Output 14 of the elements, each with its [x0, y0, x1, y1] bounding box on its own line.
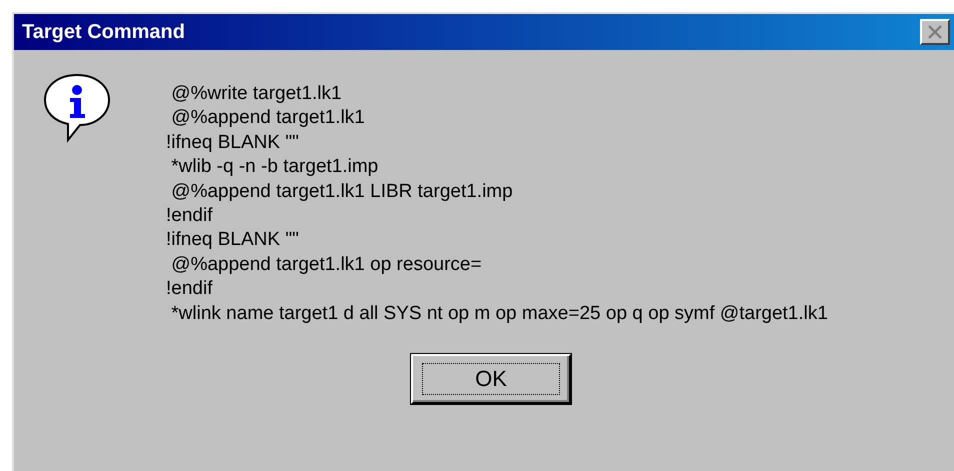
message-text: !ifneq BLANK "": [166, 130, 300, 155]
message-text: !endif: [166, 277, 214, 302]
window-title: Target Command: [22, 20, 185, 44]
message-text: @%append target1.lk1 LIBR target1.imp: [170, 180, 514, 204]
close-button[interactable]: [920, 19, 950, 45]
ok-button[interactable]: OK: [411, 354, 571, 404]
message-text: @%append target1.lk1 op resource=: [170, 252, 483, 277]
message-text: *wlib -q -n -b target1.imp: [170, 155, 380, 180]
close-icon: [927, 25, 943, 39]
message-text: @%write target1.lk1: [170, 82, 343, 106]
message-text: *wlink name target1 d all SYS nt op m op maxe=25 op q op symf @target1.lk1: [170, 302, 828, 326]
message-text: !endif: [166, 204, 214, 228]
message-text: !ifneq BLANK "": [166, 228, 300, 252]
message-text: @%append target1.lk1: [170, 106, 366, 130]
